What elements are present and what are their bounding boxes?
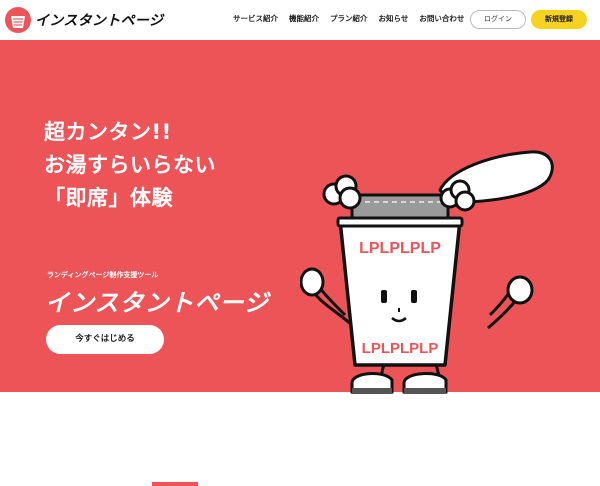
login-button[interactable]: ログイン — [470, 10, 526, 29]
section-accent-bar — [152, 482, 198, 486]
nav-item-service[interactable]: サービス紹介 — [233, 12, 278, 26]
hero-section: 超カンタン!! お湯すらいらない 「即席」体験 ランディングページ制作支援ツール… — [0, 40, 600, 394]
start-now-button[interactable]: 今すぐはじめる — [46, 325, 164, 354]
hero-headline: 超カンタン!! お湯すらいらない 「即席」体験 — [44, 116, 216, 215]
headline-line-1: 超カンタン!! — [44, 120, 172, 144]
cup-logo-icon — [5, 7, 31, 33]
site-logo[interactable]: インスタントページ — [4, 5, 163, 35]
site-header: インスタントページ サービス紹介 機能紹介 プラン紹介 お知らせ お問い合わせ … — [0, 0, 600, 40]
instant-cup-mascot-icon: LPLPLPLP LPLPLPLP — [300, 150, 554, 394]
headline-line-3: 「即席」体験 — [44, 186, 173, 210]
nav-item-contact[interactable]: お問い合わせ — [419, 12, 464, 26]
hero-subtitle: ランディングページ制作支援ツール — [47, 271, 159, 279]
headline-line-2: お湯すらいらない — [44, 153, 216, 177]
nav-item-news[interactable]: お知らせ — [379, 12, 409, 26]
cup-text-top: LPLPLPLP — [359, 240, 441, 257]
signup-button[interactable]: 新規登録 — [531, 10, 587, 29]
main-nav: サービス紹介 機能紹介 プラン紹介 お知らせ お問い合わせ — [233, 12, 464, 26]
nav-item-plans[interactable]: プラン紹介 — [330, 12, 368, 26]
cup-text-bottom: LPLPLPLP — [362, 340, 439, 357]
nav-item-features[interactable]: 機能紹介 — [289, 12, 319, 26]
hero-product-logo: インスタントページ — [45, 289, 270, 317]
logo-text: インスタントページ — [35, 13, 164, 29]
